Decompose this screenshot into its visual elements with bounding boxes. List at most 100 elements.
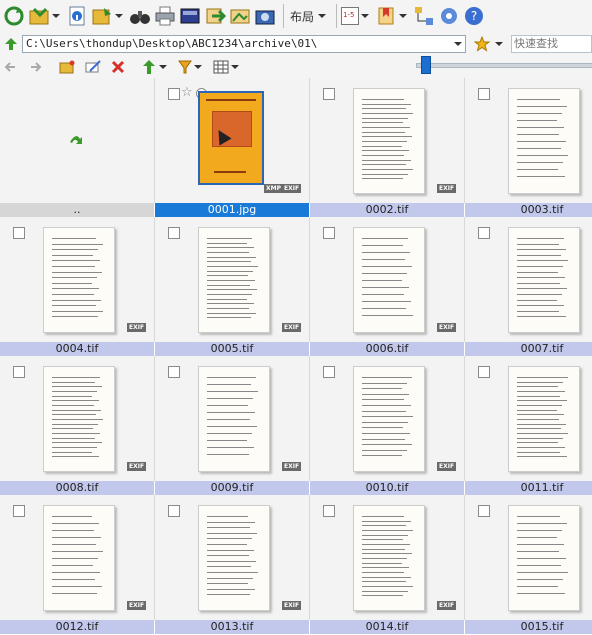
thumbnail-image[interactable] — [508, 227, 580, 333]
thumbnail-filename[interactable]: 0003.tif — [465, 203, 592, 217]
select-checkbox[interactable] — [13, 505, 25, 517]
thumbnail-filename[interactable]: 0009.tif — [155, 481, 309, 495]
thumbnail-area[interactable]: EXIF — [310, 217, 465, 342]
back-arrow-icon[interactable] — [3, 60, 17, 74]
thumbnail-image[interactable] — [198, 366, 270, 472]
thumbnail-filename[interactable]: 0008.tif — [0, 481, 154, 495]
thumbnail-image[interactable] — [43, 227, 115, 333]
thumbnail-item[interactable]: EXIF0015.tif — [465, 495, 592, 634]
select-checkbox[interactable] — [13, 227, 25, 239]
thumbnail-area[interactable]: EXIF — [155, 356, 310, 481]
thumbnail-area[interactable]: EXIF — [465, 495, 592, 620]
thumbnail-image[interactable] — [508, 505, 580, 611]
thumbnail-filename[interactable]: 0005.tif — [155, 342, 309, 356]
filter-icon[interactable] — [178, 59, 192, 75]
chevron-down-icon[interactable] — [495, 42, 503, 46]
thumbnail-item[interactable]: .. — [0, 78, 155, 217]
sort-icon[interactable] — [141, 59, 157, 75]
select-checkbox[interactable] — [478, 366, 490, 378]
settings-button[interactable] — [438, 2, 460, 30]
thumbnail-filename[interactable]: 0004.tif — [0, 342, 154, 356]
thumbnail-filename[interactable]: 0015.tif — [465, 620, 592, 634]
thumbnail-filename[interactable]: 0014.tif — [310, 620, 464, 634]
thumbnail-item[interactable]: EXIF 0002.tif — [310, 78, 465, 217]
thumbnail-area[interactable]: EXIF — [155, 217, 310, 342]
thumbnail-image[interactable] — [353, 88, 425, 194]
scan-button[interactable] — [179, 2, 201, 30]
chevron-down-icon[interactable] — [454, 42, 462, 46]
thumbnail-item[interactable]: EXIF0011.tif — [465, 356, 592, 495]
thumbnail-area[interactable]: EXIF — [465, 217, 592, 342]
chevron-down-icon[interactable] — [318, 14, 327, 18]
address-input[interactable]: C:\Users\thondup\Desktop\ABC1234\archive… — [22, 35, 466, 53]
thumbnail-area[interactable]: ☆ XMP EXIF — [155, 78, 310, 203]
rating-star-icon[interactable]: ☆ — [181, 85, 193, 100]
thumbnail-filename[interactable]: 0007.tif — [465, 342, 592, 356]
thumbnail-item[interactable]: EXIF 0012.tif — [0, 495, 155, 634]
select-checkbox[interactable] — [168, 88, 180, 100]
parent-folder-icon[interactable] — [68, 133, 84, 147]
select-checkbox[interactable] — [323, 227, 335, 239]
delete-icon[interactable] — [111, 60, 125, 74]
select-checkbox[interactable] — [478, 227, 490, 239]
image-send-button[interactable] — [229, 2, 251, 30]
thumbnail-filename[interactable]: 0006.tif — [310, 342, 464, 356]
thumbnail-item[interactable]: EXIF 0013.tif — [155, 495, 310, 634]
help-button[interactable]: ? — [463, 2, 485, 30]
zoom-slider-thumb[interactable] — [421, 56, 431, 74]
bookmark-button[interactable] — [375, 2, 410, 30]
view-grid-icon[interactable] — [213, 60, 229, 74]
chevron-down-icon[interactable] — [399, 14, 408, 18]
thumbnail-filename[interactable]: .. — [0, 203, 154, 217]
go-up-icon[interactable] — [3, 36, 19, 52]
thumbnail-filename[interactable]: 0012.tif — [0, 620, 154, 634]
camera-button[interactable] — [254, 2, 276, 30]
thumbnail-item[interactable]: EXIF 0014.tif — [310, 495, 465, 634]
thumbnail-item[interactable]: ☆ XMP EXIF 0001.jpg — [155, 78, 310, 217]
select-checkbox[interactable] — [13, 366, 25, 378]
thumbnail-image[interactable] — [353, 227, 425, 333]
thumbnail-item[interactable]: EXIF 0006.tif — [310, 217, 465, 356]
thumbnail-filename[interactable]: 0001.jpg — [155, 203, 309, 217]
favorite-star-icon[interactable] — [474, 36, 490, 52]
new-folder-icon[interactable] — [59, 60, 75, 74]
refresh-button[interactable] — [3, 2, 25, 30]
thumbnail-filename[interactable]: 0002.tif — [310, 203, 464, 217]
find-button[interactable] — [129, 2, 151, 30]
select-checkbox[interactable] — [323, 366, 335, 378]
thumbnail-item[interactable]: EXIF 0008.tif — [0, 356, 155, 495]
thumbnail-item[interactable]: EXIF 0004.tif — [0, 217, 155, 356]
thumbnail-area[interactable] — [0, 78, 155, 203]
thumbnail-image[interactable] — [198, 227, 270, 333]
select-checkbox[interactable] — [323, 88, 335, 100]
quick-search-input[interactable]: 快速查找 — [511, 35, 592, 53]
thumbnail-item[interactable]: EXIF0007.tif — [465, 217, 592, 356]
select-checkbox[interactable] — [168, 227, 180, 239]
thumbnail-area[interactable]: EXIF — [0, 356, 155, 481]
chevron-down-icon[interactable] — [159, 65, 167, 69]
chevron-down-icon[interactable] — [115, 14, 123, 18]
thumbnail-image[interactable] — [43, 505, 115, 611]
forward-arrow-icon[interactable] — [29, 60, 43, 74]
page-range-button[interactable]: 1-5 — [341, 2, 372, 30]
thumbnail-filename[interactable]: 0011.tif — [465, 481, 592, 495]
open-folder-button[interactable] — [28, 2, 63, 30]
folder-tools-button[interactable] — [91, 2, 126, 30]
thumbnail-image[interactable] — [353, 505, 425, 611]
thumbnail-area[interactable]: EXIF — [155, 495, 310, 620]
print-button[interactable] — [154, 2, 176, 30]
thumbnail-item[interactable]: EXIF 0009.tif — [155, 356, 310, 495]
thumbnail-image[interactable] — [508, 366, 580, 472]
thumbnail-area[interactable]: EXIF — [310, 356, 465, 481]
select-checkbox[interactable] — [168, 505, 180, 517]
thumbnail-area[interactable]: EXIF — [0, 495, 155, 620]
chevron-down-icon[interactable] — [194, 65, 202, 69]
chevron-down-icon[interactable] — [52, 14, 60, 18]
thumbnail-area[interactable]: EXIF — [0, 217, 155, 342]
thumbnail-filename[interactable]: 0013.tif — [155, 620, 309, 634]
thumbnail-filename[interactable]: 0010.tif — [310, 481, 464, 495]
thumbnail-area[interactable]: EXIF — [465, 356, 592, 481]
thumbnail-image[interactable] — [43, 366, 115, 472]
chevron-down-icon[interactable] — [361, 14, 370, 18]
thumbnail-area[interactable]: EXIF — [310, 78, 465, 203]
